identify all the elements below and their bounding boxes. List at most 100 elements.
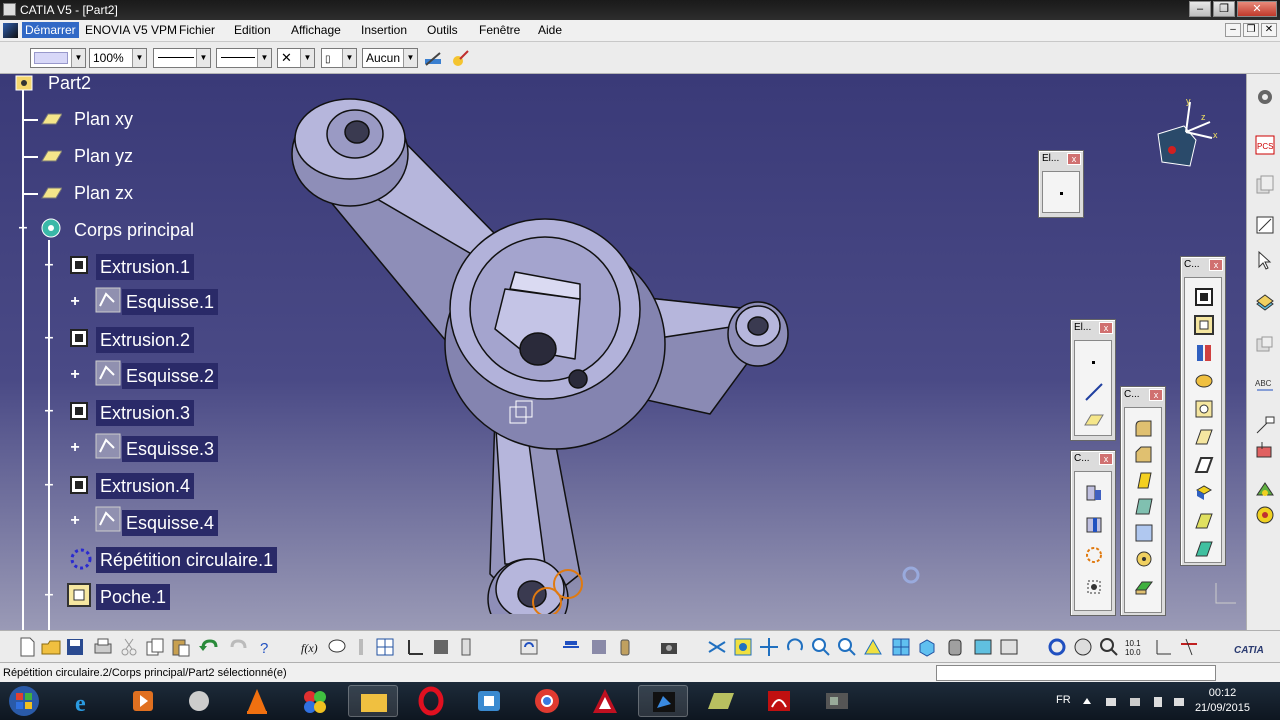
collapse-extrusion1-toggle[interactable]: – xyxy=(42,257,56,273)
video-app-icon[interactable] xyxy=(812,685,862,717)
panel-close-button[interactable]: x xyxy=(1067,153,1081,165)
chrome-icon[interactable] xyxy=(522,685,572,717)
point-button[interactable] xyxy=(1092,361,1095,364)
shell-icon[interactable] xyxy=(1133,496,1155,518)
expand-sketch1-toggle[interactable]: + xyxy=(68,294,82,310)
panel-close-button[interactable]: x xyxy=(1149,389,1163,401)
pocket-icon[interactable] xyxy=(1193,314,1215,336)
menu-help[interactable]: Aide xyxy=(538,23,562,37)
apply-material-icon[interactable] xyxy=(1254,439,1276,461)
redo-icon[interactable] xyxy=(228,636,250,658)
mdi-minimize-button[interactable]: – xyxy=(1225,23,1241,37)
knowledge-icon[interactable] xyxy=(1254,504,1276,526)
circle-pattern-icon[interactable] xyxy=(1083,544,1105,566)
constraint-icon[interactable] xyxy=(1083,514,1105,536)
properties-wand-icon[interactable] xyxy=(450,47,472,69)
save-icon[interactable] xyxy=(64,636,86,658)
rib-icon[interactable] xyxy=(1193,426,1215,448)
shading-icon[interactable] xyxy=(944,636,966,658)
groove-icon[interactable] xyxy=(1193,370,1215,392)
scale-icon[interactable] xyxy=(1083,576,1105,598)
measure-icon[interactable] xyxy=(1254,334,1276,356)
render-icon[interactable] xyxy=(1254,479,1276,501)
tree-node-main-body[interactable]: Corps principal xyxy=(74,217,194,243)
new-icon[interactable] xyxy=(16,636,38,658)
chamfer-icon[interactable] xyxy=(1133,444,1155,466)
copy-icon[interactable] xyxy=(1254,174,1276,196)
gear-icon[interactable] xyxy=(1254,86,1276,108)
notepad-app-icon[interactable] xyxy=(696,685,746,717)
internet-explorer-icon[interactable]: e xyxy=(62,685,112,717)
restore-button[interactable]: ❐ xyxy=(1213,1,1235,17)
thickness-icon[interactable] xyxy=(1133,522,1155,544)
compass-icon[interactable]: y z x xyxy=(1148,96,1224,172)
split-icon[interactable] xyxy=(560,636,582,658)
panel-close-button[interactable]: x xyxy=(1099,322,1113,334)
language-indicator[interactable]: FR xyxy=(1056,694,1071,706)
tree-node-extrusion4[interactable]: Extrusion.4 xyxy=(96,473,195,499)
copy-icon[interactable] xyxy=(144,636,166,658)
menu-tools[interactable]: Outils xyxy=(427,23,458,37)
paste-icon[interactable] xyxy=(170,636,192,658)
pan-icon[interactable] xyxy=(758,636,780,658)
menu-file[interactable]: Fichier xyxy=(179,23,215,37)
slot-icon[interactable] xyxy=(1193,454,1215,476)
tree-node-plan-yz[interactable]: Plan yz xyxy=(74,143,133,169)
part-icon[interactable] xyxy=(14,74,36,94)
swap-visible-space-icon[interactable] xyxy=(998,636,1020,658)
close-button[interactable]: ✕ xyxy=(1237,1,1277,17)
acrobat-icon[interactable] xyxy=(754,685,804,717)
pcs-icon[interactable]: PCS xyxy=(1254,134,1276,156)
menu-start[interactable]: Démarrer xyxy=(22,22,79,38)
sketch-based-features-toolbar[interactable]: C... x xyxy=(1180,256,1226,566)
tree-node-sketch1[interactable]: Esquisse.1 xyxy=(122,289,219,315)
3d-part-model[interactable] xyxy=(280,94,800,614)
plane-icon[interactable] xyxy=(1083,409,1105,431)
point-button[interactable] xyxy=(1042,171,1080,213)
thread-icon[interactable] xyxy=(1133,548,1155,570)
tree-node-part[interactable]: Part2 xyxy=(48,74,91,96)
line-icon[interactable] xyxy=(1083,381,1105,403)
multi-sections-solid-icon[interactable] xyxy=(1193,510,1215,532)
constraints-toolbar[interactable]: C... x xyxy=(1070,450,1116,616)
line-type-combo[interactable]: ▼ xyxy=(216,48,272,68)
menu-view[interactable]: Affichage xyxy=(291,23,341,37)
collapse-pocket-toggle[interactable]: – xyxy=(42,587,56,603)
collapse-extrusion3-toggle[interactable]: – xyxy=(42,403,56,419)
sketch-constraint-icon[interactable] xyxy=(1083,482,1105,504)
system-tray-icons[interactable] xyxy=(1080,694,1190,710)
tools-palette-icon[interactable] xyxy=(1178,636,1200,658)
tree-node-extrusion2[interactable]: Extrusion.2 xyxy=(96,327,195,353)
expand-sketch3-toggle[interactable]: + xyxy=(68,440,82,456)
dress-up-features-toolbar[interactable]: C... x xyxy=(1120,386,1166,616)
tree-node-plan-zx[interactable]: Plan zx xyxy=(74,180,133,206)
mdi-close-button[interactable]: ✕ xyxy=(1261,23,1277,37)
print-icon[interactable] xyxy=(92,636,114,658)
draft-icon[interactable] xyxy=(1133,470,1155,492)
cut-icon[interactable] xyxy=(118,636,140,658)
open-icon[interactable] xyxy=(40,636,62,658)
collapse-extrusion2-toggle[interactable]: – xyxy=(42,330,56,346)
rotate-icon[interactable] xyxy=(784,636,806,658)
catia-logo-icon[interactable] xyxy=(3,23,18,38)
system-clock[interactable]: 00:12 21/09/2015 xyxy=(1195,686,1250,716)
point-symbol-combo[interactable]: ✕ ▼ xyxy=(277,48,315,68)
collapse-extrusion4-toggle[interactable]: – xyxy=(42,477,56,493)
layer-combo[interactable]: Aucun ▼ xyxy=(362,48,418,68)
update-icon[interactable] xyxy=(518,636,540,658)
axis-icon[interactable] xyxy=(1152,636,1174,658)
spelling-icon[interactable]: ABC xyxy=(1254,374,1276,396)
pad-icon[interactable] xyxy=(1193,286,1215,308)
expand-sketch2-toggle[interactable]: + xyxy=(68,367,82,383)
cursor-icon[interactable] xyxy=(1254,249,1276,271)
archive-app-icon[interactable] xyxy=(174,685,224,717)
3d-viewport[interactable]: Part2 Plan xy Plan yz Plan zx – Corps pr… xyxy=(0,74,1246,630)
fit-all-in-icon[interactable] xyxy=(732,636,754,658)
panel-close-button[interactable]: x xyxy=(1209,259,1223,271)
tree-node-sketch3[interactable]: Esquisse.3 xyxy=(122,436,219,462)
zoom-in-icon[interactable] xyxy=(810,636,832,658)
remove-face-icon[interactable] xyxy=(1133,576,1155,598)
units-icon[interactable]: 10.110.0 xyxy=(1124,636,1146,658)
tree-node-sketch2[interactable]: Esquisse.2 xyxy=(122,363,219,389)
grid-icon[interactable] xyxy=(374,636,396,658)
